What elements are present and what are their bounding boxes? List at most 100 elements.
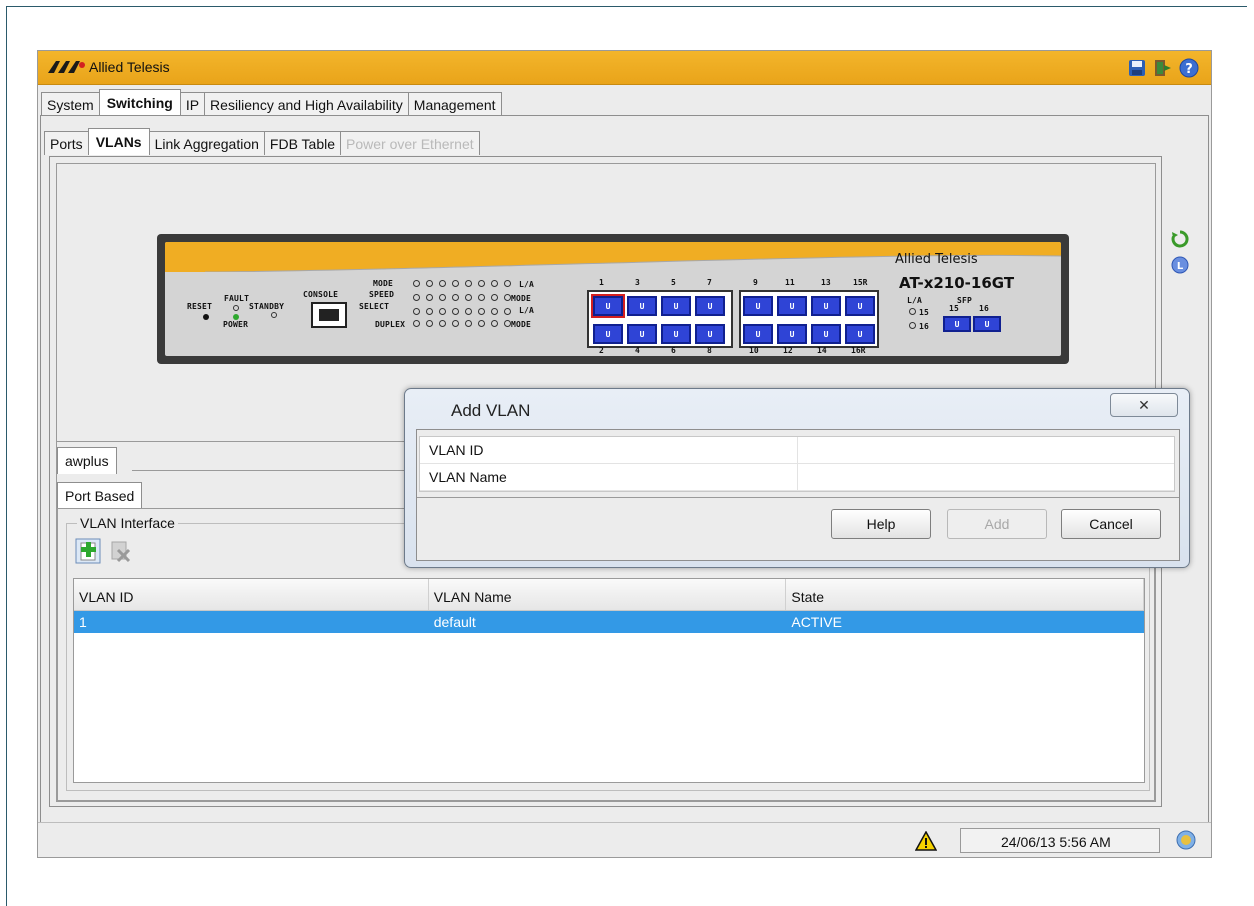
- port-led: [478, 280, 485, 287]
- standby-led: [271, 312, 277, 318]
- port-11[interactable]: U: [777, 296, 807, 316]
- port-13[interactable]: U: [811, 296, 841, 316]
- vlan-interface-legend: VLAN Interface: [77, 515, 178, 531]
- brand: Allied Telesis: [48, 59, 170, 75]
- port-led: [452, 280, 459, 287]
- vlan-name-field[interactable]: [798, 464, 1174, 490]
- port-led: [452, 294, 459, 301]
- save-icon[interactable]: [1127, 58, 1147, 78]
- cell-vlan-name: default: [433, 614, 476, 630]
- port-5[interactable]: U: [661, 296, 691, 316]
- port-2[interactable]: U: [593, 324, 623, 344]
- warning-icon[interactable]: [915, 831, 937, 851]
- tab-fdb-table[interactable]: FDB Table: [263, 131, 342, 155]
- port-8[interactable]: U: [695, 324, 725, 344]
- side-icons: L: [1171, 230, 1189, 274]
- sfp-port-16[interactable]: U: [973, 316, 1001, 332]
- main-tabs: System Switching IP Resiliency and High …: [41, 89, 502, 116]
- port-7[interactable]: U: [695, 296, 725, 316]
- device-logo-icon: [887, 254, 888, 255]
- tab-management[interactable]: Management: [407, 92, 502, 116]
- port-led: [465, 280, 472, 287]
- port-number: 16R: [851, 346, 866, 355]
- label-mode: MODE: [373, 279, 394, 288]
- port-number: 1: [599, 278, 604, 287]
- delete-vlan-icon: [111, 541, 131, 563]
- tab-system[interactable]: System: [41, 92, 100, 116]
- vlan-toolbar: [75, 538, 133, 564]
- tab-link-aggregation[interactable]: Link Aggregation: [148, 131, 265, 155]
- tab-ip[interactable]: IP: [179, 92, 206, 116]
- port-led: [491, 320, 498, 327]
- tab-switching[interactable]: Switching: [98, 89, 181, 116]
- fault-led: [233, 305, 239, 311]
- port-3[interactable]: U: [627, 296, 657, 316]
- port-number: 10: [749, 346, 759, 355]
- label-select: SELECT: [359, 302, 390, 311]
- port-block-1-8: U U U U U U U U: [587, 290, 733, 348]
- port-led: [491, 308, 498, 315]
- tab-vlans[interactable]: VLANs: [87, 128, 150, 155]
- label-la-bottom: L/A: [519, 306, 535, 315]
- label-speed: SPEED: [369, 290, 395, 299]
- info-icon[interactable]: L: [1171, 256, 1189, 274]
- port-12[interactable]: U: [777, 324, 807, 344]
- label-sfp: SFP: [957, 296, 973, 305]
- brand-name: Allied Telesis: [89, 59, 170, 75]
- help-icon[interactable]: ?: [1179, 58, 1199, 78]
- port-15r[interactable]: U: [845, 296, 875, 316]
- port-4[interactable]: U: [627, 324, 657, 344]
- port-led: [504, 280, 511, 287]
- port-led: [504, 320, 511, 327]
- exit-icon[interactable]: [1153, 58, 1173, 78]
- port-16r[interactable]: U: [845, 324, 875, 344]
- port-led: [504, 308, 511, 315]
- label-la-top: L/A: [519, 280, 535, 289]
- connection-status-icon[interactable]: [1175, 829, 1197, 851]
- column-header-vlan-name[interactable]: VLAN Name: [429, 579, 787, 610]
- port-led: [452, 320, 459, 327]
- cell-vlan-id: 1: [79, 614, 87, 630]
- vlan-table-header: VLAN ID VLAN Name State: [74, 579, 1144, 611]
- refresh-icon[interactable]: [1171, 230, 1189, 248]
- status-datetime-field: 24/06/13 5:56 AM: [960, 828, 1160, 853]
- device-brand: Allied Telesis: [895, 252, 978, 267]
- port-10[interactable]: U: [743, 324, 773, 344]
- close-button[interactable]: ✕: [1110, 393, 1178, 417]
- port-led: [439, 280, 446, 287]
- cancel-button[interactable]: Cancel: [1061, 509, 1161, 539]
- label-sfp-la: L/A: [907, 296, 923, 305]
- port-number: 7: [707, 278, 712, 287]
- port-number: 4: [635, 346, 640, 355]
- label-duplex: DUPLEX: [375, 320, 406, 329]
- tab-resiliency[interactable]: Resiliency and High Availability: [204, 92, 409, 116]
- port-6[interactable]: U: [661, 324, 691, 344]
- device-model: AT-x210-16GT: [899, 274, 1015, 292]
- status-datetime: 24/06/13 5:56 AM: [1001, 834, 1111, 850]
- port-led-matrix: [413, 280, 563, 330]
- help-button[interactable]: Help: [831, 509, 931, 539]
- port-led: [478, 294, 485, 301]
- sfp-led-16: [909, 322, 916, 329]
- port-led: [478, 308, 485, 315]
- tab-ports[interactable]: Ports: [44, 131, 89, 155]
- port-led: [413, 308, 420, 315]
- vlan-table: VLAN ID VLAN Name State 1 default ACTIVE: [73, 578, 1145, 783]
- tab-awplus[interactable]: awplus: [57, 447, 117, 474]
- label-power: POWER: [223, 320, 249, 329]
- column-header-vlan-id[interactable]: VLAN ID: [74, 579, 429, 610]
- port-led: [413, 294, 420, 301]
- vlan-id-field[interactable]: [798, 437, 1174, 463]
- port-14[interactable]: U: [811, 324, 841, 344]
- tab-port-based[interactable]: Port Based: [57, 482, 143, 509]
- port-led: [491, 280, 498, 287]
- port-9[interactable]: U: [743, 296, 773, 316]
- add-vlan-icon[interactable]: [75, 538, 101, 564]
- table-row[interactable]: 1 default ACTIVE: [74, 611, 1144, 633]
- port-1[interactable]: U: [591, 294, 625, 318]
- sfp-port-15[interactable]: U: [943, 316, 971, 332]
- add-button: Add: [947, 509, 1047, 539]
- port-number: 8: [707, 346, 712, 355]
- label-reset: RESET: [187, 302, 213, 311]
- column-header-state[interactable]: State: [786, 579, 1144, 610]
